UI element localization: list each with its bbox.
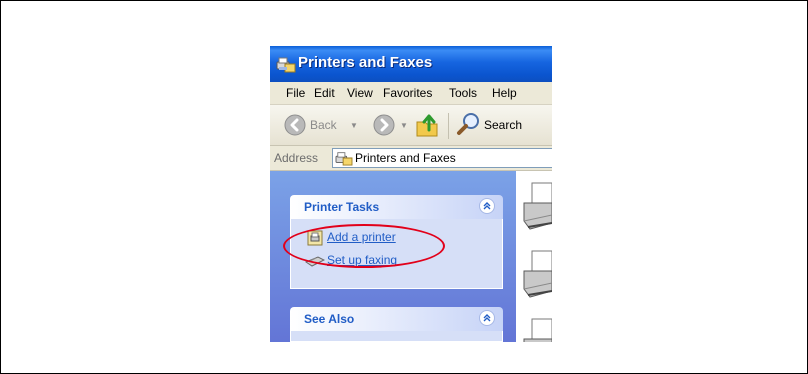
menu-edit[interactable]: Edit xyxy=(314,86,335,100)
separator xyxy=(448,113,449,139)
folder-up-icon[interactable] xyxy=(415,112,441,141)
printer-folder-icon xyxy=(335,150,353,169)
search-button-label[interactable]: Search xyxy=(484,118,522,132)
printers-and-faxes-window: Printers and Faxes File Edit View Favori… xyxy=(270,46,552,342)
menu-tools[interactable]: Tools xyxy=(449,86,477,100)
printer-tasks-header[interactable]: Printer Tasks xyxy=(290,195,503,219)
printer-icon[interactable] xyxy=(522,317,552,342)
forward-arrow-icon[interactable] xyxy=(373,114,395,139)
standard-toolbar: Back ▼ ▼ Search xyxy=(270,105,552,146)
see-also-title: See Also xyxy=(304,312,355,326)
printer-folder-icon xyxy=(276,55,296,77)
highlight-ellipse xyxy=(283,224,445,268)
address-label: Address xyxy=(274,151,319,165)
forward-dropdown-icon[interactable]: ▼ xyxy=(400,121,408,130)
window-title: Printers and Faxes xyxy=(298,54,433,71)
search-magnifier-icon[interactable] xyxy=(456,111,482,140)
printer-icon[interactable] xyxy=(522,181,552,241)
menu-favorites[interactable]: Favorites xyxy=(383,86,432,100)
printer-icon[interactable] xyxy=(522,249,552,309)
address-value: Printers and Faxes xyxy=(355,151,456,165)
see-also-header[interactable]: See Also xyxy=(290,307,503,331)
menu-view[interactable]: View xyxy=(347,86,373,100)
collapse-chevron-up-icon[interactable] xyxy=(479,310,495,326)
printer-tasks-title: Printer Tasks xyxy=(304,200,380,214)
see-also-body xyxy=(290,331,503,342)
collapse-chevron-up-icon[interactable] xyxy=(479,198,495,214)
back-arrow-icon[interactable] xyxy=(284,114,306,139)
menu-file[interactable]: File xyxy=(286,86,305,100)
title-bar[interactable]: Printers and Faxes xyxy=(270,46,552,82)
menu-help[interactable]: Help xyxy=(492,86,517,100)
address-bar: Address Printers and Faxes xyxy=(270,146,552,171)
back-dropdown-icon[interactable]: ▼ xyxy=(350,121,358,130)
back-button-label[interactable]: Back xyxy=(310,118,337,132)
menu-bar: File Edit View Favorites Tools Help xyxy=(270,82,552,105)
printers-list xyxy=(516,171,552,342)
address-input[interactable]: Printers and Faxes xyxy=(332,148,552,168)
